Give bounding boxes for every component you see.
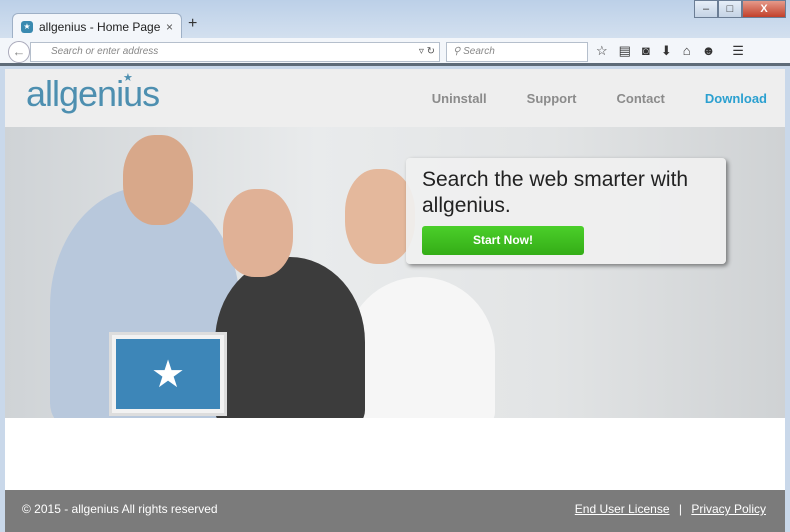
page-content: allgenius ★ Uninstall Support Contact Dow… <box>5 69 785 532</box>
eula-link[interactable]: End User License <box>575 502 670 516</box>
logo-star-icon: ★ <box>123 72 133 84</box>
copyright: © 2015 - allgenius All rights reserved <box>22 502 218 516</box>
reload-icon[interactable]: ▿ ↻ <box>419 43 435 61</box>
hero-photo-man-head <box>123 135 193 225</box>
search-bar[interactable]: ⚲ Search <box>446 42 588 62</box>
pocket-icon[interactable]: ◙ <box>642 43 650 59</box>
laptop-image: ★ <box>109 332 227 416</box>
address-placeholder: Search or enter address <box>51 46 159 57</box>
download-icon[interactable]: ⬇ <box>661 43 672 59</box>
hero-photo-woman-right-head <box>345 169 415 264</box>
hero-photo-woman-center <box>215 257 365 418</box>
site-header: allgenius ★ Uninstall Support Contact Dow… <box>5 69 785 127</box>
window-titlebar: – □ X ★ allgenius - Home Page × + <box>0 0 790 39</box>
site-footer: © 2015 - allgenius All rights reserved E… <box>5 490 785 532</box>
bookmark-star-icon[interactable]: ☆ <box>596 43 608 59</box>
maximize-button[interactable]: □ <box>718 0 742 18</box>
navigation-toolbar: ← Search or enter address ▿ ↻ ⚲ Search ☆ … <box>0 38 790 66</box>
menu-icon[interactable]: ☰ <box>732 43 744 59</box>
privacy-policy-link[interactable]: Privacy Policy <box>691 502 766 516</box>
footer-separator: | <box>678 502 682 516</box>
home-icon[interactable]: ⌂ <box>683 43 691 59</box>
hero-headline: Search the web smarter with allgenius. <box>422 168 689 217</box>
hero-photo-woman-right <box>345 277 495 418</box>
start-now-button[interactable]: Start Now! <box>422 226 584 255</box>
back-button[interactable]: ← <box>8 41 30 63</box>
hero-photo-woman-center-head <box>223 189 293 277</box>
nav-uninstall[interactable]: Uninstall <box>432 91 487 106</box>
main-nav: Uninstall Support Contact Download <box>432 91 767 106</box>
minimize-button[interactable]: – <box>694 0 718 18</box>
close-window-button[interactable]: X <box>742 0 786 18</box>
address-bar[interactable]: Search or enter address ▿ ↻ <box>30 42 440 62</box>
search-placeholder: Search <box>463 46 495 57</box>
tab-title: allgenius - Home Page <box>39 19 161 34</box>
hero-banner: ★ Search the web smarter with allgenius.… <box>5 127 785 418</box>
chat-icon[interactable]: ☻ <box>702 43 716 59</box>
promo-box: Search the web smarter with allgenius. S… <box>406 158 726 264</box>
new-tab-button[interactable]: + <box>188 15 197 33</box>
logo-text: allgenius <box>26 73 160 114</box>
nav-contact[interactable]: Contact <box>617 91 665 106</box>
laptop-logo-icon: ★ <box>116 339 220 409</box>
logo[interactable]: allgenius ★ <box>26 72 160 115</box>
nav-download[interactable]: Download <box>705 91 767 106</box>
nav-support[interactable]: Support <box>527 91 577 106</box>
close-tab-icon[interactable]: × <box>166 20 173 34</box>
browser-tab[interactable]: ★ allgenius - Home Page × <box>12 13 182 39</box>
favicon-icon: ★ <box>21 20 33 33</box>
reading-list-icon[interactable]: ▤ <box>619 43 631 59</box>
